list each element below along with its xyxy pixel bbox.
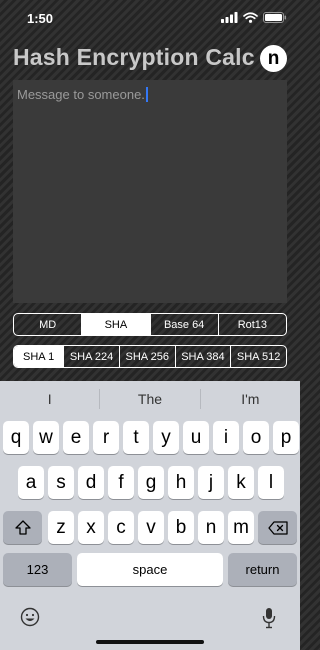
suggestion-bar: I The I'm: [0, 381, 300, 417]
key-b[interactable]: b: [168, 511, 194, 544]
algorithm-segmented-control: MD SHA Base 64 Rot13: [13, 313, 287, 336]
key-s[interactable]: s: [48, 466, 74, 499]
key-t[interactable]: t: [123, 421, 149, 454]
message-placeholder: Message to someone.: [17, 87, 148, 102]
app-title: Hash Encryption Calc: [13, 44, 255, 70]
status-time: 1:50: [27, 11, 54, 26]
text-cursor: [145, 87, 148, 102]
status-icons: [221, 12, 287, 23]
tab-sha1[interactable]: SHA 1: [14, 346, 65, 367]
key-h[interactable]: h: [168, 466, 194, 499]
tab-rot13[interactable]: Rot13: [219, 314, 286, 335]
key-e[interactable]: e: [63, 421, 89, 454]
key-n[interactable]: n: [198, 511, 224, 544]
key-z[interactable]: z: [48, 511, 74, 544]
emoji-icon[interactable]: [20, 607, 40, 627]
tab-sha224[interactable]: SHA 224: [64, 346, 120, 367]
cellular-signal-icon: [221, 12, 238, 23]
status-bar: 1:50: [0, 0, 300, 36]
delete-key[interactable]: [258, 511, 297, 544]
keyboard: I The I'm 123 space return qwertyuiop asd…: [0, 381, 300, 650]
key-p[interactable]: p: [273, 421, 299, 454]
tab-sha384[interactable]: SHA 384: [176, 346, 232, 367]
key-m[interactable]: m: [228, 511, 254, 544]
sha-variant-segmented-control: SHA 1 SHA 224 SHA 256 SHA 384 SHA 512: [13, 345, 287, 368]
key-u[interactable]: u: [183, 421, 209, 454]
key-l[interactable]: l: [258, 466, 284, 499]
header: Hash Encryption Calc n: [13, 44, 287, 74]
shift-key[interactable]: [3, 511, 42, 544]
key-q[interactable]: q: [3, 421, 29, 454]
key-a[interactable]: a: [18, 466, 44, 499]
tab-base64[interactable]: Base 64: [151, 314, 219, 335]
battery-icon: [263, 12, 287, 23]
message-input[interactable]: Message to someone.: [13, 80, 287, 303]
space-key[interactable]: space: [77, 553, 223, 586]
suggestion-item[interactable]: The: [100, 381, 199, 417]
key-r[interactable]: r: [93, 421, 119, 454]
key-x[interactable]: x: [78, 511, 104, 544]
key-f[interactable]: f: [108, 466, 134, 499]
home-indicator[interactable]: [96, 640, 204, 644]
key-k[interactable]: k: [228, 466, 254, 499]
key-d[interactable]: d: [78, 466, 104, 499]
tab-sha512[interactable]: SHA 512: [231, 346, 286, 367]
key-g[interactable]: g: [138, 466, 164, 499]
key-w[interactable]: w: [33, 421, 59, 454]
app-logo-icon[interactable]: n: [260, 45, 287, 72]
key-j[interactable]: j: [198, 466, 224, 499]
return-key[interactable]: return: [228, 553, 297, 586]
numbers-key[interactable]: 123: [3, 553, 72, 586]
key-c[interactable]: c: [108, 511, 134, 544]
backspace-icon: [267, 520, 288, 535]
suggestion-item[interactable]: I: [0, 381, 99, 417]
wifi-icon: [243, 12, 258, 23]
key-i[interactable]: i: [213, 421, 239, 454]
tab-sha256[interactable]: SHA 256: [120, 346, 176, 367]
shift-arrow-icon: [14, 520, 31, 535]
key-v[interactable]: v: [138, 511, 164, 544]
tab-md[interactable]: MD: [14, 314, 83, 335]
tab-sha[interactable]: SHA: [82, 314, 151, 335]
key-o[interactable]: o: [243, 421, 269, 454]
suggestion-item[interactable]: I'm: [201, 381, 300, 417]
key-y[interactable]: y: [153, 421, 179, 454]
microphone-icon[interactable]: [262, 607, 276, 629]
